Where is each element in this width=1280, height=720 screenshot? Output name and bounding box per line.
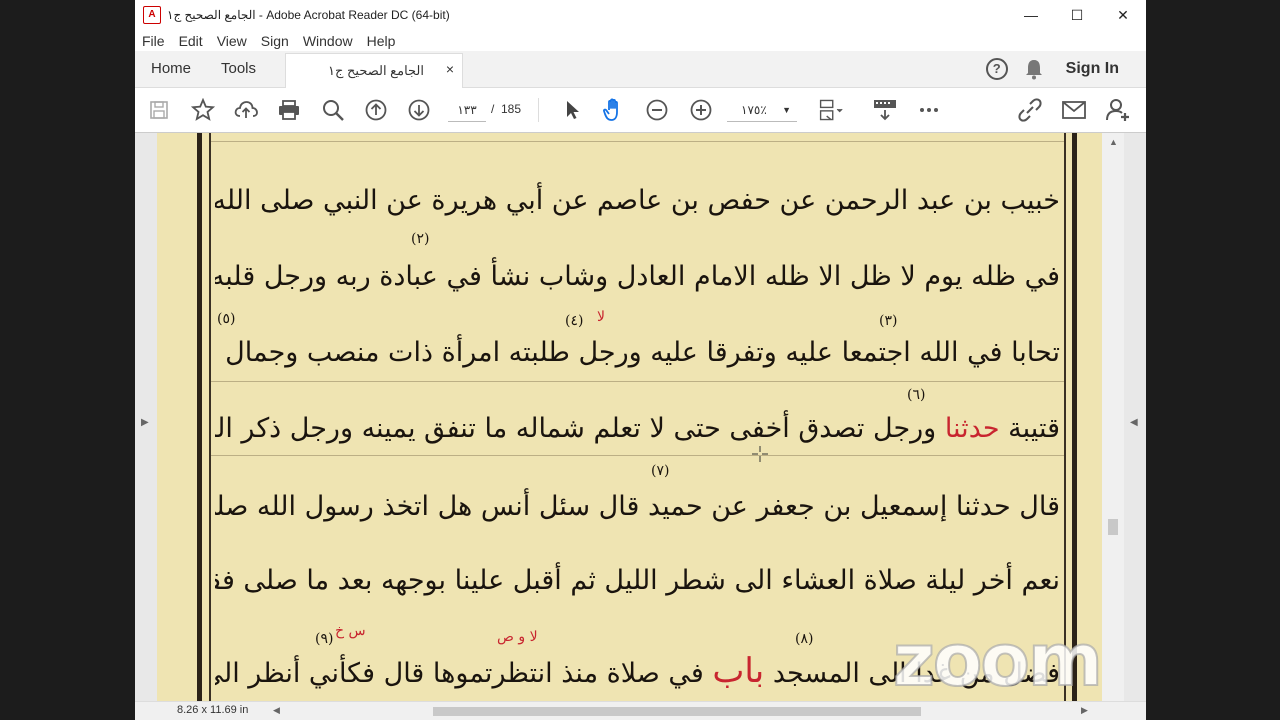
page-border-right xyxy=(1072,133,1077,701)
horizontal-scrollbar[interactable]: ◀ ▶ xyxy=(261,704,1096,718)
chevron-left-icon: ◀ xyxy=(1130,417,1138,428)
vertical-scrollbar[interactable]: ▲ xyxy=(1102,133,1124,701)
scroll-left-arrow-icon[interactable]: ◀ xyxy=(273,705,280,716)
help-icon[interactable]: ? xyxy=(985,58,1008,80)
document-tab-label: الجامع الصحيح ج١ xyxy=(328,63,424,78)
line-7-text: في صلاة منذ انتظرتموها قال فكأني أنظر ال… xyxy=(215,658,704,689)
maximize-button[interactable]: ☐ xyxy=(1054,0,1100,30)
horizontal-scroll-thumb[interactable] xyxy=(433,707,921,716)
text-line-1: خبيب بن عبد الرحمن عن حفص بن عاصم عن أبي… xyxy=(215,185,1060,216)
page-total: 185 xyxy=(501,102,522,116)
right-panel-toggle[interactable]: ◀ xyxy=(1124,133,1146,701)
bab-heading-red: باب xyxy=(712,651,765,691)
upload-icon[interactable] xyxy=(233,97,259,123)
menu-edit[interactable]: Edit xyxy=(172,33,210,49)
tab-document[interactable]: الجامع الصحيح ج١ × xyxy=(285,53,463,88)
scroll-mode-icon[interactable] xyxy=(872,97,898,123)
star-icon[interactable] xyxy=(190,97,216,123)
red-margin-note: س خ xyxy=(335,623,366,639)
page-border-left-inner xyxy=(209,133,211,701)
vertical-scroll-thumb[interactable] xyxy=(1108,519,1118,535)
window-title: الجامع الصحيح ج١ - Adobe Acrobat Reader … xyxy=(167,8,450,22)
menu-view[interactable]: View xyxy=(210,33,254,49)
haddathana-red: حدثنا xyxy=(944,413,1000,444)
footnote-marker: (٢) xyxy=(411,231,430,247)
search-icon[interactable] xyxy=(320,97,346,123)
fit-page-icon[interactable] xyxy=(818,97,844,123)
page-size-label: 8.26 x 11.69 in xyxy=(177,704,249,716)
scroll-up-arrow-icon[interactable]: ▲ xyxy=(1109,137,1118,147)
menu-bar: File Edit View Sign Window Help xyxy=(135,30,1146,51)
scroll-right-arrow-icon[interactable]: ▶ xyxy=(1081,705,1088,716)
toolbar-divider xyxy=(538,98,539,122)
minimize-button[interactable]: — xyxy=(1008,0,1054,30)
zoom-out-icon[interactable] xyxy=(644,97,670,123)
link-icon[interactable] xyxy=(1017,97,1043,123)
menu-help[interactable]: Help xyxy=(360,33,403,49)
text-line-3: تحابا في الله اجتمعا عليه وتفرقا عليه ور… xyxy=(215,337,1060,368)
line-rule xyxy=(211,141,1064,142)
page-down-icon[interactable] xyxy=(406,97,432,123)
zoom-watermark: zoom xyxy=(892,617,1104,703)
acrobat-app-icon: A xyxy=(143,6,161,24)
tab-home[interactable]: Home xyxy=(151,51,191,87)
crosshair-cursor-icon xyxy=(752,446,768,462)
title-bar: A الجامع الصحيح ج١ - Adobe Acrobat Reade… xyxy=(135,0,1146,30)
page-border-left xyxy=(197,133,202,701)
mail-icon[interactable] xyxy=(1061,97,1087,123)
chevron-down-icon: ▼ xyxy=(782,105,791,115)
tab-tools[interactable]: Tools xyxy=(221,51,256,87)
tab-bar: Home Tools الجامع الصحيح ج١ × ? Sign In xyxy=(135,51,1146,88)
menu-sign[interactable]: Sign xyxy=(254,33,296,49)
sign-in-button[interactable]: Sign In xyxy=(1066,60,1119,78)
status-bar: 8.26 x 11.69 in ◀ ▶ xyxy=(135,701,1146,720)
left-backdrop xyxy=(0,0,135,720)
page-number-input[interactable]: ١٣٣ xyxy=(448,99,486,122)
text-line-6: نعم أخر ليلة صلاة العشاء الى شطر الليل ث… xyxy=(215,565,1060,596)
line-4-text: ورجل تصدق أخفى حتى لا تعلم شماله ما تنفق… xyxy=(215,413,937,444)
qutayba-word: قتيبة xyxy=(1008,413,1060,444)
save-icon[interactable] xyxy=(146,97,172,123)
menu-window[interactable]: Window xyxy=(296,33,360,49)
right-backdrop xyxy=(1146,0,1280,720)
zoom-value: ١٧٥٪ xyxy=(741,103,767,117)
close-button[interactable]: ✕ xyxy=(1100,0,1146,30)
acrobat-window: A الجامع الصحيح ج١ - Adobe Acrobat Reade… xyxy=(135,0,1146,720)
select-icon[interactable] xyxy=(559,97,585,123)
chevron-right-icon: ▶ xyxy=(141,417,149,428)
page-up-icon[interactable] xyxy=(363,97,389,123)
page-separator: / xyxy=(491,102,495,116)
text-line-5: قال حدثنا إسمعيل بن جعفر عن حميد قال سئل… xyxy=(215,491,1060,522)
left-panel-toggle[interactable]: ▶ xyxy=(135,133,157,701)
hand-icon[interactable] xyxy=(601,97,627,123)
zoom-level-select[interactable]: ١٧٥٪ ▼ xyxy=(727,99,797,122)
page-border-right-inner xyxy=(1064,133,1066,701)
share-user-icon[interactable] xyxy=(1105,97,1131,123)
bell-icon[interactable] xyxy=(1024,58,1044,80)
toolbar: ١٣٣ / 185 ١٧٥٪ ▼ xyxy=(135,88,1146,133)
text-line-4: قتيبة حدثنا ورجل تصدق أخفى حتى لا تعلم ش… xyxy=(215,399,1060,459)
menu-file[interactable]: File xyxy=(135,33,172,49)
more-icon[interactable] xyxy=(916,97,942,123)
zoom-in-icon[interactable] xyxy=(688,97,714,123)
text-line-2: في ظله يوم لا ظل الا ظله الامام العادل و… xyxy=(215,261,1060,292)
print-icon[interactable] xyxy=(276,97,302,123)
document-page[interactable]: خبيب بن عبد الرحمن عن حفص بن عاصم عن أبي… xyxy=(157,133,1102,701)
document-tab-close-icon[interactable]: × xyxy=(446,61,454,77)
